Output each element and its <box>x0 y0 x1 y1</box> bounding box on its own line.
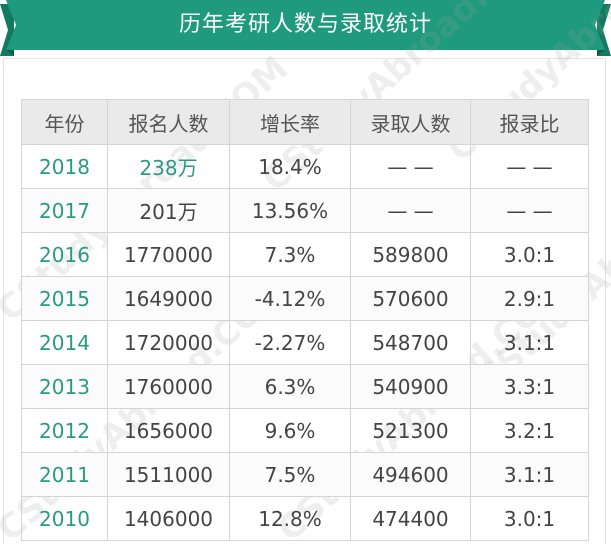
cell-applicants: 1720000 <box>107 320 230 365</box>
header-applicants: 报名人数 <box>107 99 230 145</box>
cell-admitted: — — <box>350 144 471 189</box>
cell-applicants: 1511000 <box>107 452 230 497</box>
cell-admitted: 570600 <box>350 276 471 321</box>
cell-applicants: 1406000 <box>107 496 230 541</box>
table-row: 2010 1406000 12.8% 474400 3.0:1 <box>21 496 589 541</box>
cell-growth-rate: -4.12% <box>229 276 351 321</box>
cell-ratio: 3.1:1 <box>470 452 589 497</box>
table-row: 2013 1760000 6.3% 540900 3.3:1 <box>21 364 589 409</box>
cell-growth-rate: -2.27% <box>229 320 351 365</box>
header-ratio: 报录比 <box>470 99 589 145</box>
cell-ratio: — — <box>470 144 589 189</box>
cell-admitted: 589800 <box>350 232 471 277</box>
table-row: 2015 1649000 -4.12% 570600 2.9:1 <box>21 276 589 321</box>
cell-ratio: 3.0:1 <box>470 232 589 277</box>
cell-year: 2017 <box>21 188 108 233</box>
cell-growth-rate: 18.4% <box>229 144 351 189</box>
admission-stats-table: 年份 报名人数 增长率 录取人数 报录比 2018 238万 18.4% — —… <box>21 99 589 541</box>
cell-year: 2013 <box>21 364 108 409</box>
cell-admitted: — — <box>350 188 471 233</box>
cell-applicants: 1649000 <box>107 276 230 321</box>
table-row: 2018 238万 18.4% — — — — <box>21 144 589 189</box>
cell-applicants: 238万 <box>107 144 230 189</box>
cell-applicants: 1656000 <box>107 408 230 453</box>
cell-ratio: 3.0:1 <box>470 496 589 541</box>
cell-growth-rate: 7.3% <box>229 232 351 277</box>
cell-year: 2014 <box>21 320 108 365</box>
page: 历年考研人数与录取统计 CStudyAbroad.COM CStudyAbroa… <box>0 0 611 550</box>
page-title: 历年考研人数与录取统计 <box>178 12 432 37</box>
table-row: 2014 1720000 -2.27% 548700 3.1:1 <box>21 320 589 365</box>
cell-year: 2015 <box>21 276 108 321</box>
table-row: 2017 201万 13.56% — — — — <box>21 188 589 233</box>
cell-growth-rate: 7.5% <box>229 452 351 497</box>
cell-ratio: 3.1:1 <box>470 320 589 365</box>
cell-ratio: — — <box>470 188 589 233</box>
cell-ratio: 3.3:1 <box>470 364 589 409</box>
table-header-row: 年份 报名人数 增长率 录取人数 报录比 <box>21 99 589 145</box>
table-row: 2016 1770000 7.3% 589800 3.0:1 <box>21 232 589 277</box>
cell-year: 2012 <box>21 408 108 453</box>
table-row: 2011 1511000 7.5% 494600 3.1:1 <box>21 452 589 497</box>
cell-applicants: 201万 <box>107 188 230 233</box>
cell-year: 2011 <box>21 452 108 497</box>
cell-year: 2016 <box>21 232 108 277</box>
title-banner: 历年考研人数与录取统计 <box>0 0 611 60</box>
cell-year: 2018 <box>21 144 108 189</box>
cell-admitted: 521300 <box>350 408 471 453</box>
cell-applicants: 1770000 <box>107 232 230 277</box>
cell-growth-rate: 13.56% <box>229 188 351 233</box>
header-year: 年份 <box>21 99 108 145</box>
cell-growth-rate: 6.3% <box>229 364 351 409</box>
cell-admitted: 474400 <box>350 496 471 541</box>
cell-admitted: 548700 <box>350 320 471 365</box>
cell-ratio: 2.9:1 <box>470 276 589 321</box>
cell-growth-rate: 9.6% <box>229 408 351 453</box>
header-growth-rate: 增长率 <box>229 99 351 145</box>
cell-growth-rate: 12.8% <box>229 496 351 541</box>
cell-admitted: 494600 <box>350 452 471 497</box>
cell-ratio: 3.2:1 <box>470 408 589 453</box>
header-admitted: 录取人数 <box>350 99 471 145</box>
cell-applicants: 1760000 <box>107 364 230 409</box>
cell-admitted: 540900 <box>350 364 471 409</box>
table-row: 2012 1656000 9.6% 521300 3.2:1 <box>21 408 589 453</box>
cell-year: 2010 <box>21 496 108 541</box>
